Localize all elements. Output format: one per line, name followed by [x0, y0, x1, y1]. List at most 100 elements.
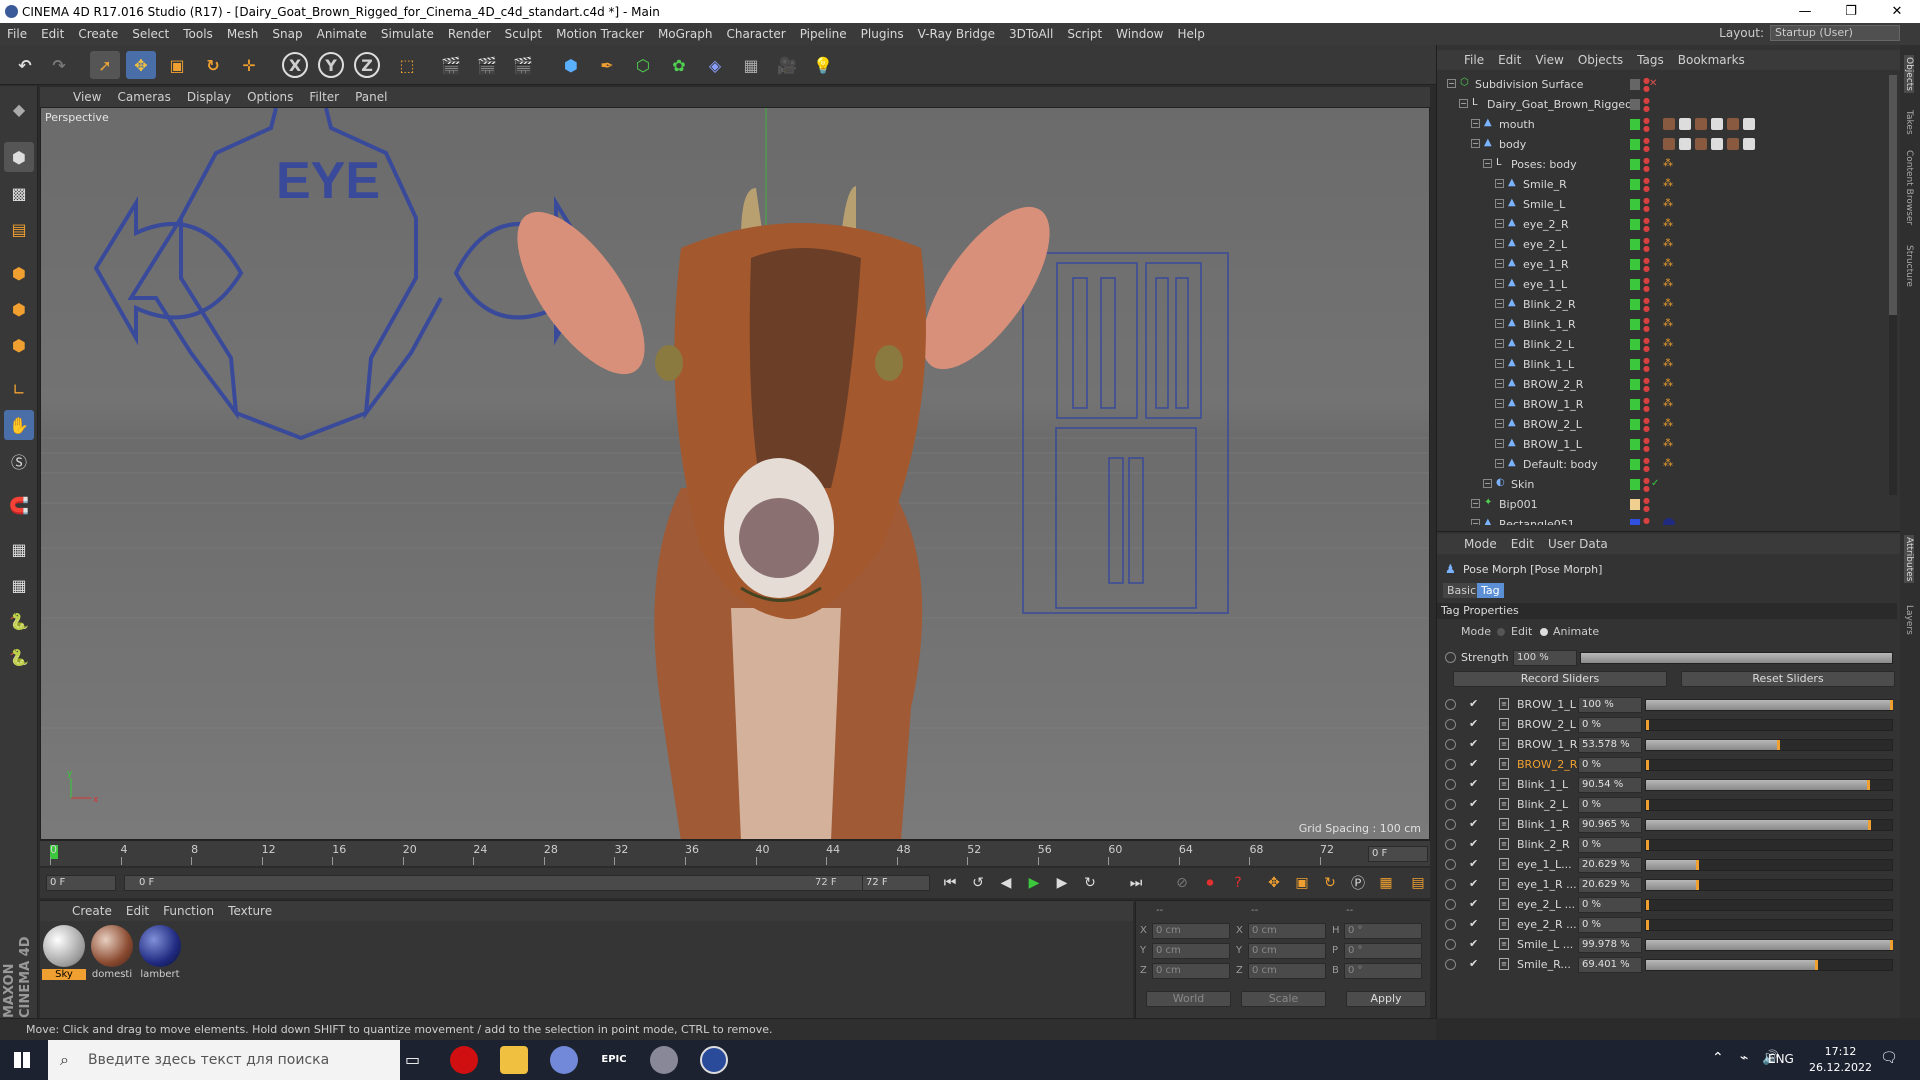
enable-checkbox[interactable]: ✔ — [1469, 837, 1478, 850]
maximize-button[interactable]: ❐ — [1828, 0, 1874, 23]
pose-slider-row[interactable]: ✔ ≡ eye_2_L ... 0 % — [1437, 895, 1897, 915]
key-position-icon[interactable]: ✥ — [1262, 872, 1286, 894]
redo-icon[interactable]: ↷ — [44, 51, 74, 79]
discord-icon[interactable] — [550, 1046, 578, 1074]
material-menu-edit[interactable]: Edit — [119, 904, 156, 918]
x-axis-lock[interactable]: X — [282, 52, 308, 78]
animate-radio[interactable] — [1445, 799, 1456, 810]
workplane-icon[interactable]: ▤ — [4, 214, 34, 244]
object-row[interactable]: − L Poses: body ● ● ⁂ — [1437, 155, 1877, 175]
attribute-menu-user-data[interactable]: User Data — [1541, 537, 1615, 551]
layer-color-swatch[interactable] — [1630, 499, 1640, 510]
layer-color-swatch[interactable] — [1630, 239, 1640, 250]
points-mode-icon[interactable]: ⬢ — [4, 258, 34, 288]
expand-icon[interactable]: − — [1495, 259, 1504, 268]
move-icon[interactable]: ✥ — [126, 51, 156, 79]
material-tag-icon[interactable] — [1711, 118, 1723, 130]
task-view-icon[interactable]: ▭ — [405, 1050, 420, 1069]
object-name[interactable]: body — [1499, 138, 1526, 151]
pose-value-field[interactable]: 90.54 % — [1578, 777, 1642, 793]
key-param-icon[interactable]: Ⓟ — [1346, 872, 1370, 894]
expand-icon[interactable]: − — [1495, 219, 1504, 228]
light-icon[interactable]: 💡 — [808, 51, 838, 79]
pose-slider-knob[interactable] — [1646, 760, 1649, 770]
object-name[interactable]: Poses: body — [1511, 158, 1577, 171]
object-row[interactable]: − ▲ Blink_1_L ● ● ⁂ — [1437, 355, 1877, 375]
viewport-menu-panel[interactable]: Panel — [347, 90, 395, 104]
pose-slider-knob[interactable] — [1890, 700, 1893, 710]
layer-color-swatch[interactable] — [1630, 139, 1640, 150]
animate-radio[interactable] — [1445, 919, 1456, 930]
mode-edit-radio[interactable] — [1497, 628, 1505, 636]
expand-icon[interactable]: − — [1471, 499, 1480, 508]
expand-icon[interactable]: − — [1471, 519, 1480, 525]
object-scrollbar[interactable] — [1889, 75, 1897, 495]
previous-frame-icon[interactable]: ◀ — [994, 872, 1018, 894]
menu-mograph[interactable]: MoGraph — [651, 27, 720, 41]
material-tag-icon[interactable] — [1695, 138, 1707, 150]
expand-icon[interactable]: − — [1495, 419, 1504, 428]
pose-value-field[interactable]: 0 % — [1578, 837, 1642, 853]
layer-color-swatch[interactable] — [1630, 339, 1640, 350]
expand-icon[interactable]: − — [1495, 279, 1504, 288]
pose-slider-row[interactable]: ✔ ≡ BROW_2_R 0 % — [1437, 755, 1897, 775]
animate-radio[interactable] — [1445, 739, 1456, 750]
object-name[interactable]: BROW_2_L — [1523, 418, 1582, 431]
animate-radio[interactable] — [1445, 899, 1456, 910]
layer-color-swatch[interactable] — [1630, 379, 1640, 390]
object-menu-tags[interactable]: Tags — [1630, 53, 1671, 67]
pose-slider-row[interactable]: ✔ ≡ Smile_L ... 99.978 % — [1437, 935, 1897, 955]
recent-tool-icon[interactable]: ✛ — [234, 51, 264, 79]
language-indicator[interactable]: ENG — [1768, 1052, 1794, 1066]
coordinate-system-icon[interactable]: ⬚ — [392, 51, 422, 79]
edges-mode-icon[interactable]: ⬢ — [4, 294, 34, 324]
timeline-ruler[interactable]: 0 F 0 4 8 12 16 20 24 28 32 36 40 44 48 52 56 60 64 68 72 — [40, 840, 1430, 866]
layer-color-swatch[interactable] — [1630, 279, 1640, 290]
coord-value-field[interactable]: 0 cm — [1248, 963, 1326, 979]
material-tag-icon[interactable] — [1663, 138, 1675, 150]
coord-mode-dropdown[interactable]: World — [1146, 991, 1231, 1007]
goto-end-icon[interactable]: ⏭ — [1124, 872, 1148, 894]
object-name[interactable]: Rectangle051 — [1499, 518, 1575, 525]
array-icon[interactable]: ✿ — [664, 51, 694, 79]
perspective-viewport[interactable]: EYE y x Perspective Grid Spacing: 100 c… — [40, 107, 1430, 840]
object-row[interactable]: − ▲ eye_1_R ● ● ⁂ — [1437, 255, 1877, 275]
material-tag-icon[interactable] — [1663, 118, 1675, 130]
object-row[interactable]: − ▲ Smile_L ● ● ⁂ — [1437, 195, 1877, 215]
menu-v-ray-bridge[interactable]: V-Ray Bridge — [911, 27, 1002, 41]
pose-slider[interactable] — [1645, 939, 1893, 951]
material-lambert[interactable]: lambert — [138, 925, 182, 980]
material-tag-icon[interactable] — [1663, 518, 1675, 525]
pose-slider-row[interactable]: ✔ ≡ Blink_1_L 90.54 % — [1437, 775, 1897, 795]
visibility-dots-icon[interactable]: ●● — [1643, 197, 1650, 213]
coord-value-field[interactable]: 0 cm — [1152, 943, 1230, 959]
expand-icon[interactable]: − — [1471, 119, 1480, 128]
expand-icon[interactable]: − — [1495, 179, 1504, 188]
object-name[interactable]: BROW_1_L — [1523, 438, 1582, 451]
visibility-dots-icon[interactable]: ●● — [1643, 157, 1650, 173]
undo-icon[interactable]: ↶ — [10, 51, 40, 79]
pose-value-field[interactable]: 0 % — [1578, 917, 1642, 933]
pose-slider-row[interactable]: ✔ ≡ BROW_2_L 0 % — [1437, 715, 1897, 735]
polygons-mode-icon[interactable]: ⬢ — [4, 330, 34, 360]
layer-color-swatch[interactable] — [1630, 79, 1640, 90]
layout-dropdown[interactable]: Startup (User) — [1770, 25, 1900, 41]
close-tag-icon[interactable]: ✕ — [1649, 78, 1657, 89]
pose-value-field[interactable]: 0 % — [1578, 897, 1642, 913]
pose-slider-knob[interactable] — [1696, 880, 1700, 890]
python-icon[interactable]: 🐍 — [4, 606, 34, 636]
expand-icon[interactable]: − — [1471, 139, 1480, 148]
object-name[interactable]: Blink_1_L — [1523, 358, 1574, 371]
pose-tag-icon[interactable]: ⁂ — [1663, 358, 1673, 369]
pose-tag-icon[interactable]: ⁂ — [1663, 278, 1673, 289]
object-row[interactable]: − ▲ BROW_1_L ● ● ⁂ — [1437, 435, 1877, 455]
menu-window[interactable]: Window — [1109, 27, 1170, 41]
viewport-menu-display[interactable]: Display — [179, 90, 239, 104]
layer-color-swatch[interactable] — [1630, 179, 1640, 190]
next-key-icon[interactable]: ↻ — [1078, 872, 1102, 894]
menu-simulate[interactable]: Simulate — [374, 27, 441, 41]
object-row[interactable]: − ▲ eye_2_L ● ● ⁂ — [1437, 235, 1877, 255]
pose-slider-knob[interactable] — [1866, 780, 1870, 790]
visibility-dots-icon[interactable]: ●● — [1643, 217, 1650, 233]
pose-slider[interactable] — [1645, 959, 1893, 971]
